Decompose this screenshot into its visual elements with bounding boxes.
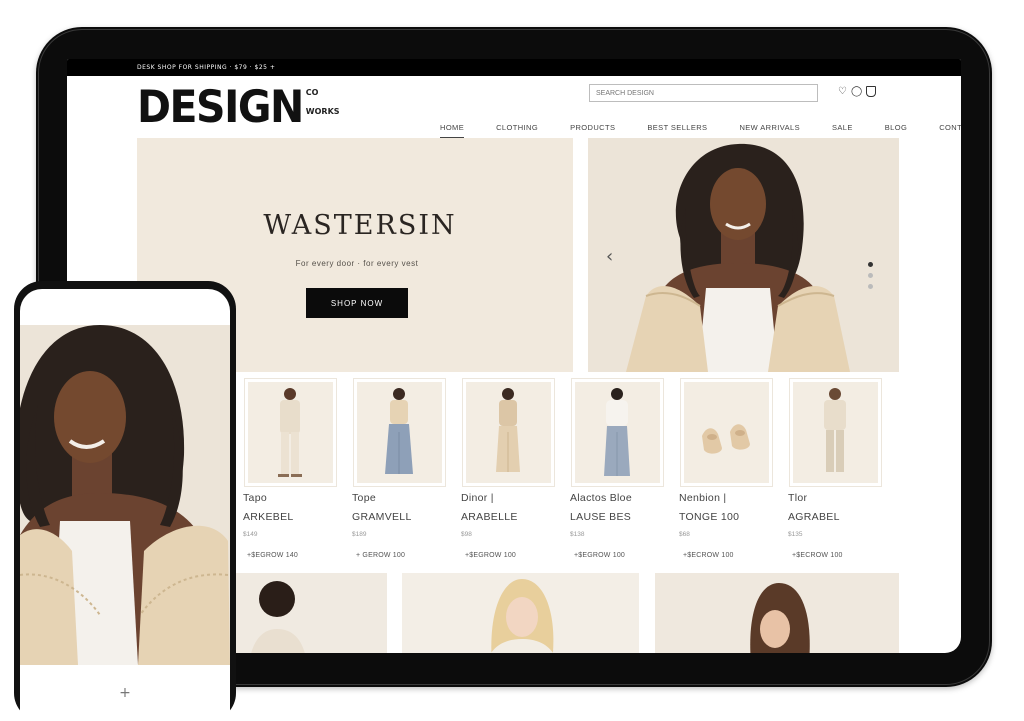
product-image[interactable] [572, 379, 663, 486]
product-name[interactable]: Tlor AGRABEL [788, 489, 840, 527]
product-figure-beige-set [466, 382, 551, 483]
product-image[interactable] [245, 379, 336, 486]
carousel-dot-1[interactable] [868, 262, 873, 267]
product-name-line-2: ARKEBEL [243, 511, 294, 523]
product-price: +$ECROW 100 [792, 552, 843, 559]
nav-item-sale[interactable]: SALE [832, 117, 853, 138]
product-name-line-1: Alactos Bloe [570, 492, 632, 504]
product-card[interactable]: Dinor | ARABELLE $98 +$EGROW 100 [453, 379, 562, 567]
carousel-dot-3[interactable] [868, 284, 873, 289]
hero-image: ‹ [588, 138, 899, 372]
nav-item-contact[interactable]: CONTACT [939, 117, 961, 138]
nav-item-new-arrivals[interactable]: NEW ARRIVALS [739, 117, 800, 138]
product-card[interactable]: Alactos Bloe LAUSE BES $138 +$EGROW 100 [562, 379, 671, 567]
product-image[interactable] [790, 379, 881, 486]
product-name-line-2: LAUSE BES [570, 511, 632, 523]
carousel-prev-button[interactable]: ‹ [606, 246, 613, 267]
shop-now-button[interactable]: SHOP NOW [306, 288, 408, 318]
phone-hero-image [20, 325, 230, 665]
product-card[interactable]: Tope GRAMVELL $189 + GEROW 100 [344, 379, 453, 567]
product-price: +$EGROW 100 [465, 552, 517, 559]
product-image[interactable] [463, 379, 554, 486]
product-name-line-1: Nenbion | [679, 492, 727, 504]
logo-subtext-bottom: WORKS [305, 107, 340, 116]
nav-item-products[interactable]: PRODUCTS [570, 117, 615, 138]
editorial-card[interactable] [655, 573, 899, 653]
product-meta: $189 [352, 531, 367, 538]
product-image[interactable] [681, 379, 772, 486]
product-name-line-1: Tapo [243, 492, 267, 504]
nav-item-clothing[interactable]: CLOTHING [496, 117, 538, 138]
logo-wordmark: DESIGN [137, 81, 304, 133]
product-name[interactable]: Nenbion | TONGE 100 [679, 489, 739, 527]
product-card[interactable]: Tapo ARKEBEL $149 +$EGROW 140 [235, 379, 344, 567]
nav-item-home[interactable]: HOME [440, 117, 465, 138]
phone-model-illustration [20, 325, 230, 665]
product-price: +$EGROW 140 [247, 552, 299, 559]
phone-device: + [14, 281, 236, 721]
product-meta: $98 [461, 531, 472, 538]
main-nav: HOME CLOTHING PRODUCTS BEST SELLERS NEW … [440, 117, 961, 138]
product-price: + GEROW 100 [356, 552, 406, 559]
product-image[interactable] [354, 379, 445, 486]
product-name-line-1: Tlor [788, 492, 808, 504]
product-meta: $149 [243, 531, 258, 538]
editorial-card[interactable] [235, 573, 387, 653]
product-figure-white-jeans [575, 382, 660, 483]
product-figure-denim-wide [357, 382, 442, 483]
product-name-line-2: AGRABEL [788, 511, 840, 523]
product-card[interactable]: Tlor AGRABEL $135 +$ECROW 100 [780, 379, 889, 567]
phone-expand-button[interactable]: + [20, 684, 230, 702]
product-figure-cream-shirt [793, 382, 878, 483]
product-figure-cream-suit [248, 382, 333, 483]
product-name[interactable]: Tope GRAMVELL [352, 489, 412, 527]
product-meta: $135 [788, 531, 803, 538]
product-grid: Tapo ARKEBEL $149 +$EGROW 140 Tope GRAMV… [235, 379, 889, 567]
product-name-line-1: Dinor | [461, 492, 494, 504]
hero-title: WASTERSIN [263, 210, 457, 241]
site-logo[interactable]: DESIGN CO WORKS [137, 81, 340, 133]
hero-subtitle: For every door · for every vest [295, 259, 419, 268]
product-name[interactable]: Alactos Bloe LAUSE BES [570, 489, 632, 527]
search-input[interactable] [589, 84, 818, 102]
editorial-image-blonde [402, 573, 639, 653]
product-name[interactable]: Dinor | ARABELLE [461, 489, 518, 527]
product-card[interactable]: Nenbion | TONGE 100 $68 +$ECROW 100 [671, 379, 780, 567]
editorial-card[interactable] [402, 573, 639, 653]
product-price: +$EGROW 100 [574, 552, 626, 559]
carousel-dots [868, 262, 873, 289]
header-icons: ♡ ◯ [838, 86, 877, 97]
editorial-image-curly-hair [235, 573, 387, 653]
phone-screen: + [20, 289, 230, 721]
product-name-line-2: GRAMVELL [352, 511, 412, 523]
product-meta: $138 [570, 531, 585, 538]
product-figure-shoes [684, 382, 769, 483]
logo-subtext: CO WORKS [306, 87, 340, 117]
product-name-line-2: TONGE 100 [679, 511, 740, 523]
product-name[interactable]: Tapo ARKEBEL [243, 489, 294, 527]
product-meta: $68 [679, 531, 690, 538]
product-name-line-2: ARABELLE [461, 511, 518, 523]
logo-subtext-top: CO [305, 88, 319, 97]
heart-icon[interactable]: ♡ [838, 86, 847, 97]
bag-icon[interactable] [866, 86, 877, 97]
product-price: +$ECROW 100 [683, 552, 734, 559]
hero-model-illustration [588, 138, 899, 372]
carousel-dot-2[interactable] [868, 273, 873, 278]
user-icon[interactable]: ◯ [851, 86, 862, 97]
announcement-bar: DESK SHOP FOR SHIPPING · $79 · $25 + [67, 59, 961, 76]
nav-item-blog[interactable]: BLOG [885, 117, 907, 138]
product-name-line-1: Tope [352, 492, 376, 504]
nav-item-best-sellers[interactable]: BEST SELLERS [647, 117, 707, 138]
editorial-image-brunette [655, 573, 899, 653]
